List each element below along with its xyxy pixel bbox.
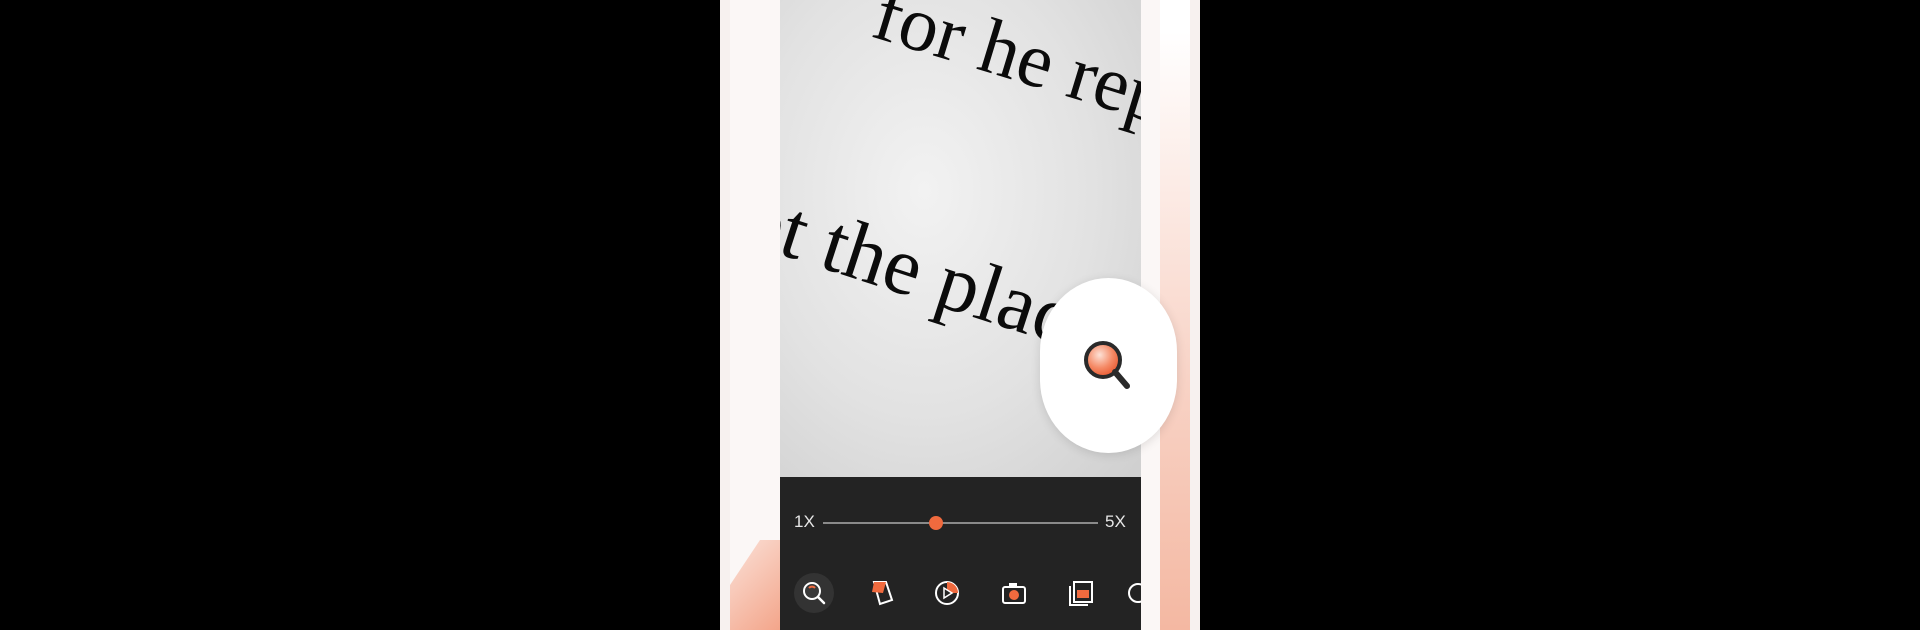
tool-gallery-button[interactable] [1061,573,1101,613]
control-panel: 1X 5X [780,477,1141,630]
gallery-icon [1069,581,1093,606]
magnifier-icon [1083,340,1130,389]
tool-highlighter-button[interactable] [861,573,901,613]
zoom-slider-track[interactable] [823,522,1098,524]
bottom-toolbar [780,565,1141,625]
preview-text-line-1: for he repli [864,0,1141,154]
preview-text-line-2: ot the plac [780,170,1085,364]
tool-more-button[interactable] [1118,573,1141,613]
magnifier-icon [803,582,826,605]
zoom-min-label: 1X [794,512,815,531]
highlighter-icon [872,581,894,606]
more-icon [1128,583,1141,603]
tool-magnifier-button[interactable] [794,573,834,613]
tool-camera-button[interactable] [994,573,1034,613]
camera-icon [1002,583,1026,604]
zoom-max-label: 5X [1105,512,1126,531]
zoom-slider-thumb[interactable] [928,516,943,530]
floating-magnifier-button[interactable] [1040,278,1177,453]
play-icon [935,581,959,605]
tool-play-button[interactable] [927,573,967,613]
